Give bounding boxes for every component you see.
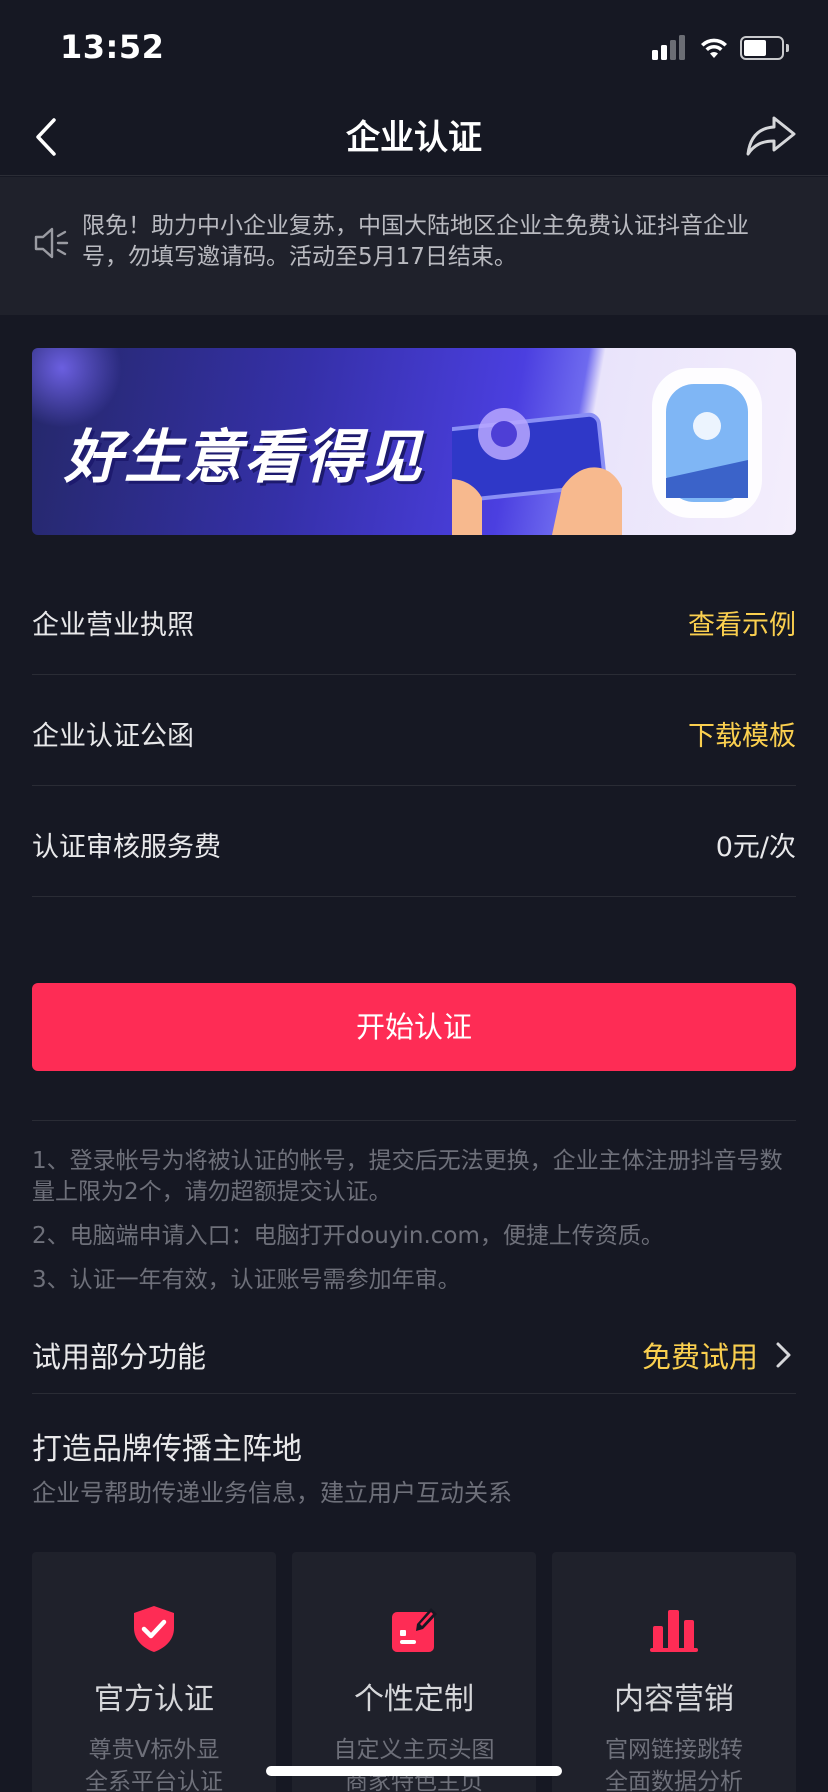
note-item: 1、登录帐号为将被认证的帐号，提交后无法更换，企业主体注册抖音号数量上限为2个，… <box>32 1148 783 1205</box>
info-row-official-letter: 企业认证公函 下载模板 <box>32 676 796 786</box>
feature-card-official-cert: 官方认证 尊贵V标外显 全系平台认证 <box>32 1552 276 1792</box>
notice-text: 限免！助力中小企业复苏，中国大陆地区企业主免费认证抖音企业号，勿填写邀请码。活动… <box>82 213 749 270</box>
card-desc-line: 自定义主页头图 <box>333 1737 495 1763</box>
download-template-link[interactable]: 下载模板 <box>688 714 796 753</box>
card-desc-line: 官网链接跳转 <box>605 1737 743 1763</box>
bar-chart-icon <box>650 1610 698 1652</box>
info-row-service-fee: 认证审核服务费 0元/次 <box>32 787 796 897</box>
feature-card-content-marketing: 内容营销 官网链接跳转 全面数据分析 <box>552 1552 796 1792</box>
card-title: 官方认证 <box>94 1682 214 1717</box>
info-row-label: 企业营业执照 <box>32 610 194 641</box>
banner-title: 好生意看得见 <box>64 423 425 491</box>
trial-features-row[interactable]: 试用部分功能 免费试用 <box>32 1322 796 1394</box>
info-row-label: 企业认证公函 <box>32 721 194 752</box>
notice-banner: 限免！助力中小企业复苏，中国大陆地区企业主免费认证抖音企业号，勿填写邀请码。活动… <box>0 177 828 315</box>
info-row-label: 认证审核服务费 <box>32 832 221 863</box>
custom-edit-icon <box>392 1608 437 1652</box>
card-description: 尊贵V标外显 全系平台认证 <box>32 1734 276 1792</box>
feature-card-customization: 个性定制 自定义主页头图 商家特色主页 <box>292 1552 536 1792</box>
battery-icon <box>740 36 790 60</box>
info-row-business-license: 企业营业执照 查看示例 <box>32 565 796 675</box>
share-icon[interactable] <box>744 110 798 160</box>
enterprise-certification-page: 13:52 企业认证 限免！助力中小企业复苏，中国大陆地区企业主免费认证抖音企业… <box>0 0 828 1792</box>
note-item: 3、认证一年有效，认证账号需参加年审。 <box>32 1267 461 1293</box>
promo-banner[interactable]: 好生意看得见 <box>32 348 796 535</box>
card-desc-line: 全系平台认证 <box>85 1769 223 1792</box>
home-indicator[interactable] <box>266 1766 562 1776</box>
shield-check-icon <box>134 1606 174 1652</box>
speaker-icon <box>34 227 69 259</box>
chevron-right-icon[interactable] <box>772 1340 794 1370</box>
trial-label: 试用部分功能 <box>32 1340 207 1374</box>
note-item: 2、电脑端申请入口：电脑打开douyin.com，便捷上传资质。 <box>32 1223 664 1249</box>
card-title: 内容营销 <box>614 1682 734 1717</box>
service-fee-value: 0元/次 <box>715 832 796 863</box>
nav-bar: 企业认证 <box>0 100 828 176</box>
status-bar: 13:52 <box>0 0 828 100</box>
card-title: 个性定制 <box>354 1682 474 1717</box>
status-time: 13:52 <box>60 28 165 66</box>
signal-icon <box>652 34 686 60</box>
card-desc-line: 全面数据分析 <box>605 1769 743 1792</box>
divider <box>32 1120 796 1121</box>
card-description: 自定义主页头图 商家特色主页 <box>292 1734 536 1792</box>
section-title: 打造品牌传播主阵地 <box>32 1432 302 1467</box>
card-description: 官网链接跳转 全面数据分析 <box>552 1734 796 1792</box>
start-certification-button[interactable]: 开始认证 <box>32 983 796 1071</box>
card-desc-line: 尊贵V标外显 <box>88 1737 220 1763</box>
view-example-link[interactable]: 查看示例 <box>688 603 796 642</box>
notes-list: 1、登录帐号为将被认证的帐号，提交后无法更换，企业主体注册抖音号数量上限为2个，… <box>32 1146 796 1309</box>
wifi-icon <box>701 38 727 58</box>
banner-illustration <box>452 368 762 535</box>
section-subtitle: 企业号帮助传递业务信息，建立用户互动关系 <box>32 1479 512 1507</box>
free-trial-link[interactable]: 免费试用 <box>642 1334 758 1376</box>
page-title: 企业认证 <box>346 118 482 158</box>
